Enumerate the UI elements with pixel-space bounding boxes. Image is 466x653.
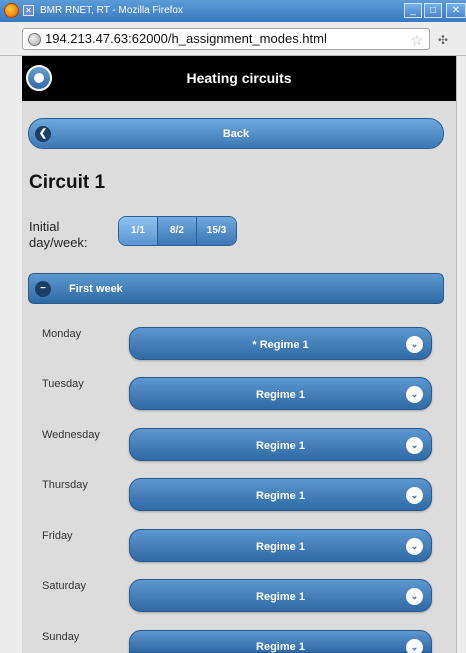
day-label: Sunday [42, 631, 80, 643]
option-8-2[interactable]: 8/2 [158, 217, 197, 245]
regime-select-value: * Regime 1 [252, 339, 309, 351]
maximize-button[interactable]: □ [424, 3, 442, 18]
url-text: 194.213.47.63:62000/h_assignment_modes.h… [45, 31, 327, 46]
regime-select-value: Regime 1 [256, 440, 305, 452]
app-badge-icon: ✕ [23, 5, 34, 16]
day-row-saturday: Saturday Regime 1 ⌄ [28, 579, 444, 619]
option-15-3[interactable]: 15/3 [197, 217, 236, 245]
day-label: Thursday [42, 479, 88, 491]
regime-select-value: Regime 1 [256, 541, 305, 553]
initial-day-week-label: Initial day/week: [29, 219, 88, 250]
chevron-down-icon: ⌄ [406, 336, 423, 353]
regime-select-thursday[interactable]: Regime 1 ⌄ [129, 478, 432, 511]
chevron-down-icon: ⌄ [406, 437, 423, 454]
regime-select-sunday[interactable]: Regime 1 ⌄ [129, 630, 432, 653]
day-label: Wednesday [42, 429, 100, 441]
regime-select-value: Regime 1 [256, 591, 305, 603]
regime-select-value: Regime 1 [256, 389, 305, 401]
chevron-down-icon: ⌄ [406, 386, 423, 403]
regime-select-tuesday[interactable]: Regime 1 ⌄ [129, 377, 432, 410]
minimize-button[interactable]: _ [404, 3, 422, 18]
first-week-collapsible[interactable]: − First week [28, 273, 444, 304]
first-week-label: First week [69, 283, 123, 295]
circuit-title: Circuit 1 [29, 172, 106, 193]
navigation-toolbar: 194.213.47.63:62000/h_assignment_modes.h… [0, 22, 466, 56]
back-button[interactable]: ❮ Back [28, 118, 444, 149]
back-button-label: Back [222, 128, 250, 140]
regime-select-monday[interactable]: * Regime 1 ⌄ [129, 327, 432, 360]
day-label: Saturday [42, 580, 87, 592]
chevron-down-icon: ⌄ [406, 538, 423, 555]
day-row-wednesday: Wednesday Regime 1 ⌄ [28, 428, 444, 468]
scrollbar[interactable] [456, 56, 466, 653]
window-title: BMR RNET, RT - Mozilla Firefox [40, 5, 183, 16]
puzzle-icon[interactable]: ✣ [438, 33, 448, 47]
star-icon[interactable]: ☆ [410, 30, 423, 49]
app-header: Heating circuits [22, 56, 456, 101]
day-row-monday: Monday * Regime 1 ⌄ [28, 327, 444, 367]
day-row-thursday: Thursday Regime 1 ⌄ [28, 478, 444, 518]
page-title: Heating circuits [186, 70, 292, 86]
url-field[interactable]: 194.213.47.63:62000/h_assignment_modes.h… [22, 28, 430, 50]
day-label: Monday [42, 328, 82, 340]
regime-select-value: Regime 1 [256, 490, 305, 502]
day-row-sunday: Sunday Regime 1 ⌄ [28, 630, 444, 653]
close-button[interactable]: ✕ [446, 3, 466, 18]
day-label: Friday [42, 530, 73, 542]
chevron-down-icon: ⌄ [406, 487, 423, 504]
regime-select-value: Regime 1 [256, 641, 305, 653]
window-left-strip [0, 56, 22, 653]
initial-day-week-selector: 1/1 8/2 15/3 [118, 216, 237, 246]
day-row-friday: Friday Regime 1 ⌄ [28, 529, 444, 569]
window-titlebar: ✕ BMR RNET, RT - Mozilla Firefox _ □ ✕ [0, 0, 466, 22]
globe-icon [28, 33, 41, 46]
chevron-down-icon: ⌄ [406, 588, 423, 605]
option-1-1[interactable]: 1/1 [119, 217, 158, 245]
chevron-down-icon: ⌄ [406, 639, 423, 653]
day-label: Tuesday [42, 378, 84, 390]
firefox-icon [4, 3, 19, 18]
day-row-tuesday: Tuesday Regime 1 ⌄ [28, 377, 444, 417]
regime-select-friday[interactable]: Regime 1 ⌄ [129, 529, 432, 562]
regime-select-wednesday[interactable]: Regime 1 ⌄ [129, 428, 432, 461]
minus-icon: − [35, 281, 51, 297]
regime-select-saturday[interactable]: Regime 1 ⌄ [129, 579, 432, 612]
